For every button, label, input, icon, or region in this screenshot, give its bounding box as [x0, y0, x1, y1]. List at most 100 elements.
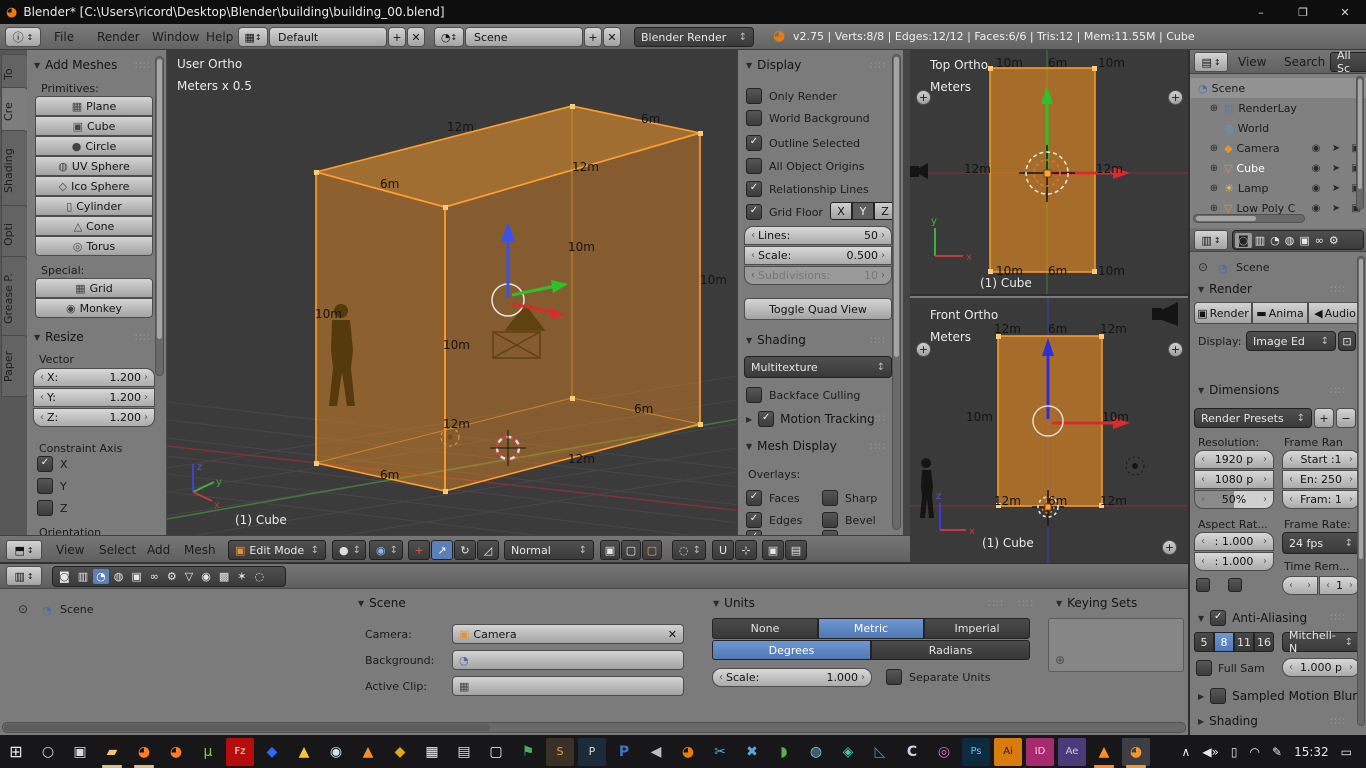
volume-icon[interactable]: ◀»	[1202, 745, 1219, 759]
units-degrees-button[interactable]: Degrees	[712, 640, 871, 660]
scene-panel-header[interactable]: Scene	[358, 596, 406, 610]
add-uv-sphere-button[interactable]: ◍UV Sphere	[35, 156, 153, 176]
frame-end-field[interactable]: En: 250	[1282, 470, 1360, 489]
taskbar-indesign[interactable]: ID	[1026, 738, 1054, 766]
add-plane-button[interactable]: ▦Plane	[35, 96, 153, 116]
taskbar-sublime[interactable]: S	[546, 738, 574, 766]
tray-expand-icon[interactable]: ∧	[1182, 745, 1191, 759]
outline-selected-toggle[interactable]: Outline Selected	[746, 135, 860, 151]
separate-units-toggle[interactable]: Separate Units	[886, 669, 990, 685]
taskbar-start-button[interactable]: ⊞	[2, 738, 30, 766]
toggle-quad-view-button[interactable]: Toggle Quad View	[744, 298, 892, 320]
units-panel-header[interactable]: Units	[713, 596, 755, 610]
manipulator-scale-button[interactable]: ◿	[477, 540, 499, 560]
outliner-vscrollbar[interactable]	[1356, 76, 1364, 210]
expand-icon[interactable]: ⊕	[1204, 183, 1224, 194]
resolution-y-field[interactable]: 1080 p	[1194, 470, 1274, 489]
taskbar-bird-green[interactable]: ◗	[770, 738, 798, 766]
viewport-shading-button[interactable]: ●	[332, 540, 366, 560]
taskbar-dropbox[interactable]: ◆	[258, 738, 286, 766]
add-circle-button[interactable]: ●Circle	[35, 136, 153, 156]
render-engine-select[interactable]: Blender Render	[634, 27, 754, 47]
filter-size-field[interactable]: 1.000 p	[1282, 658, 1360, 677]
taskbar-illustrator[interactable]: Ai	[994, 738, 1022, 766]
wifi-icon[interactable]: ◠	[1250, 745, 1260, 759]
faces-toggle[interactable]: Faces	[746, 490, 800, 506]
add-torus-button[interactable]: ◎Torus	[35, 236, 153, 256]
scene-add-button[interactable]: +	[584, 27, 602, 47]
frame-start-field[interactable]: Start :1	[1282, 450, 1360, 469]
tab-modifiers[interactable]: ⚙	[164, 569, 180, 584]
taskbar-daemon-tools[interactable]: ◆	[386, 738, 414, 766]
taskbar-steam[interactable]: ◉	[322, 738, 350, 766]
pin-icon[interactable]: ⊙	[18, 602, 28, 616]
expand-icon[interactable]: ⊕	[1204, 103, 1224, 114]
scene-camera-field[interactable]: ▣Camera✕	[452, 624, 684, 644]
frame-rate-select[interactable]: 24 fps	[1282, 532, 1360, 554]
tab-render[interactable]: ◙	[1235, 233, 1252, 248]
add-menu[interactable]: Add	[147, 537, 170, 563]
manipulator-translate-button[interactable]: ↗	[431, 540, 453, 560]
editor-separator[interactable]	[903, 50, 910, 563]
units-radians-button[interactable]: Radians	[871, 640, 1030, 660]
region-expand-button[interactable]: +	[916, 342, 931, 357]
tab-options[interactable]: Opti	[1, 205, 28, 263]
selectability-icon[interactable]: ➤	[1326, 143, 1346, 154]
taskbar-cortana[interactable]: ○	[34, 738, 62, 766]
visibility-icon[interactable]: ◉	[1306, 203, 1326, 214]
visibility-icon[interactable]: ◉	[1306, 183, 1326, 194]
selectability-icon[interactable]: ➤	[1326, 163, 1346, 174]
expand-icon[interactable]: ⊕	[1204, 163, 1224, 174]
unit-scale-field[interactable]: Scale:1.000	[712, 668, 872, 687]
selectability-icon[interactable]: ➤	[1326, 183, 1346, 194]
editor-type-button[interactable]: ▥↕	[6, 566, 42, 586]
tab-grease-pencil[interactable]: Grease P.	[1, 256, 28, 342]
keying-sets-panel-header[interactable]: Keying Sets	[1056, 596, 1137, 610]
taskbar-calculator[interactable]: ▦	[418, 738, 446, 766]
shading-mode-select[interactable]: Multitexture	[744, 356, 892, 378]
view-menu[interactable]: View	[56, 537, 84, 563]
taskbar-package-app[interactable]: P	[578, 738, 606, 766]
toolshelf-scrollbar[interactable]	[155, 56, 164, 376]
grid-scale-field[interactable]: Scale:0.500	[744, 246, 892, 265]
region-expand-button[interactable]: +	[1168, 90, 1183, 105]
units-metric-button[interactable]: Metric	[818, 618, 924, 639]
bottom-hscrollbar[interactable]	[2, 722, 1186, 733]
frame-current-field[interactable]: Fram: 1	[1282, 490, 1360, 509]
add-grid-button[interactable]: ▦Grid	[35, 278, 153, 298]
all-object-origins-toggle[interactable]: All Object Origins	[746, 158, 864, 174]
tab-render[interactable]: ◙	[56, 569, 73, 584]
taskbar-p-blue[interactable]: P	[610, 738, 638, 766]
active-clip-field[interactable]: ▦	[452, 676, 684, 696]
dimensions-panel-header[interactable]: Dimensions	[1198, 383, 1279, 397]
outliner-row-cube[interactable]: ⊕▽Cube ◉➤▣	[1190, 158, 1366, 178]
units-none-button[interactable]: None	[712, 618, 818, 639]
time-remap-old-field[interactable]	[1282, 576, 1318, 595]
units-imperial-button[interactable]: Imperial	[924, 618, 1030, 639]
taskbar-vlc-2[interactable]: ▲	[1090, 738, 1118, 766]
resize-x-field[interactable]: X:1.200	[33, 368, 155, 387]
shading-panel-header[interactable]: Shading	[746, 333, 806, 347]
menu-window[interactable]: Window	[152, 24, 199, 50]
taskbar-ruler-app[interactable]: ◺	[866, 738, 894, 766]
manipulator-axes-button[interactable]: +	[408, 540, 430, 560]
taskbar-globe-app[interactable]: ◍	[802, 738, 830, 766]
resolution-percentage-slider[interactable]: 50%	[1194, 490, 1274, 509]
taskbar-notepad[interactable]: ▤	[450, 738, 478, 766]
grid-lines-field[interactable]: Lines:50	[744, 226, 892, 245]
notifications-icon[interactable]: ▭	[1341, 745, 1352, 759]
cube-front-face[interactable]	[996, 334, 1104, 508]
resize-panel-header[interactable]: Resize	[34, 330, 84, 344]
only-render-toggle[interactable]: Only Render	[746, 88, 837, 104]
grid-y-toggle[interactable]: Y	[852, 202, 874, 220]
aa-samples-16[interactable]: 16	[1254, 632, 1274, 652]
taskbar-blender-mini[interactable]: ◕	[674, 738, 702, 766]
info-editor-button[interactable]: ⓘ↕	[5, 27, 41, 47]
taskbar-firefox-2[interactable]: ◕	[162, 738, 190, 766]
pen-input-icon[interactable]: ✎	[1272, 745, 1282, 759]
render-opengl-button[interactable]: ▣	[762, 540, 784, 560]
outliner-row-renderlayers[interactable]: ⊕▥RenderLay	[1190, 98, 1366, 118]
taskbar-clock[interactable]: 15:32	[1294, 745, 1329, 759]
taskbar-utorrent[interactable]: µ	[194, 738, 222, 766]
tab-render-layers[interactable]: ▥	[1253, 233, 1267, 248]
